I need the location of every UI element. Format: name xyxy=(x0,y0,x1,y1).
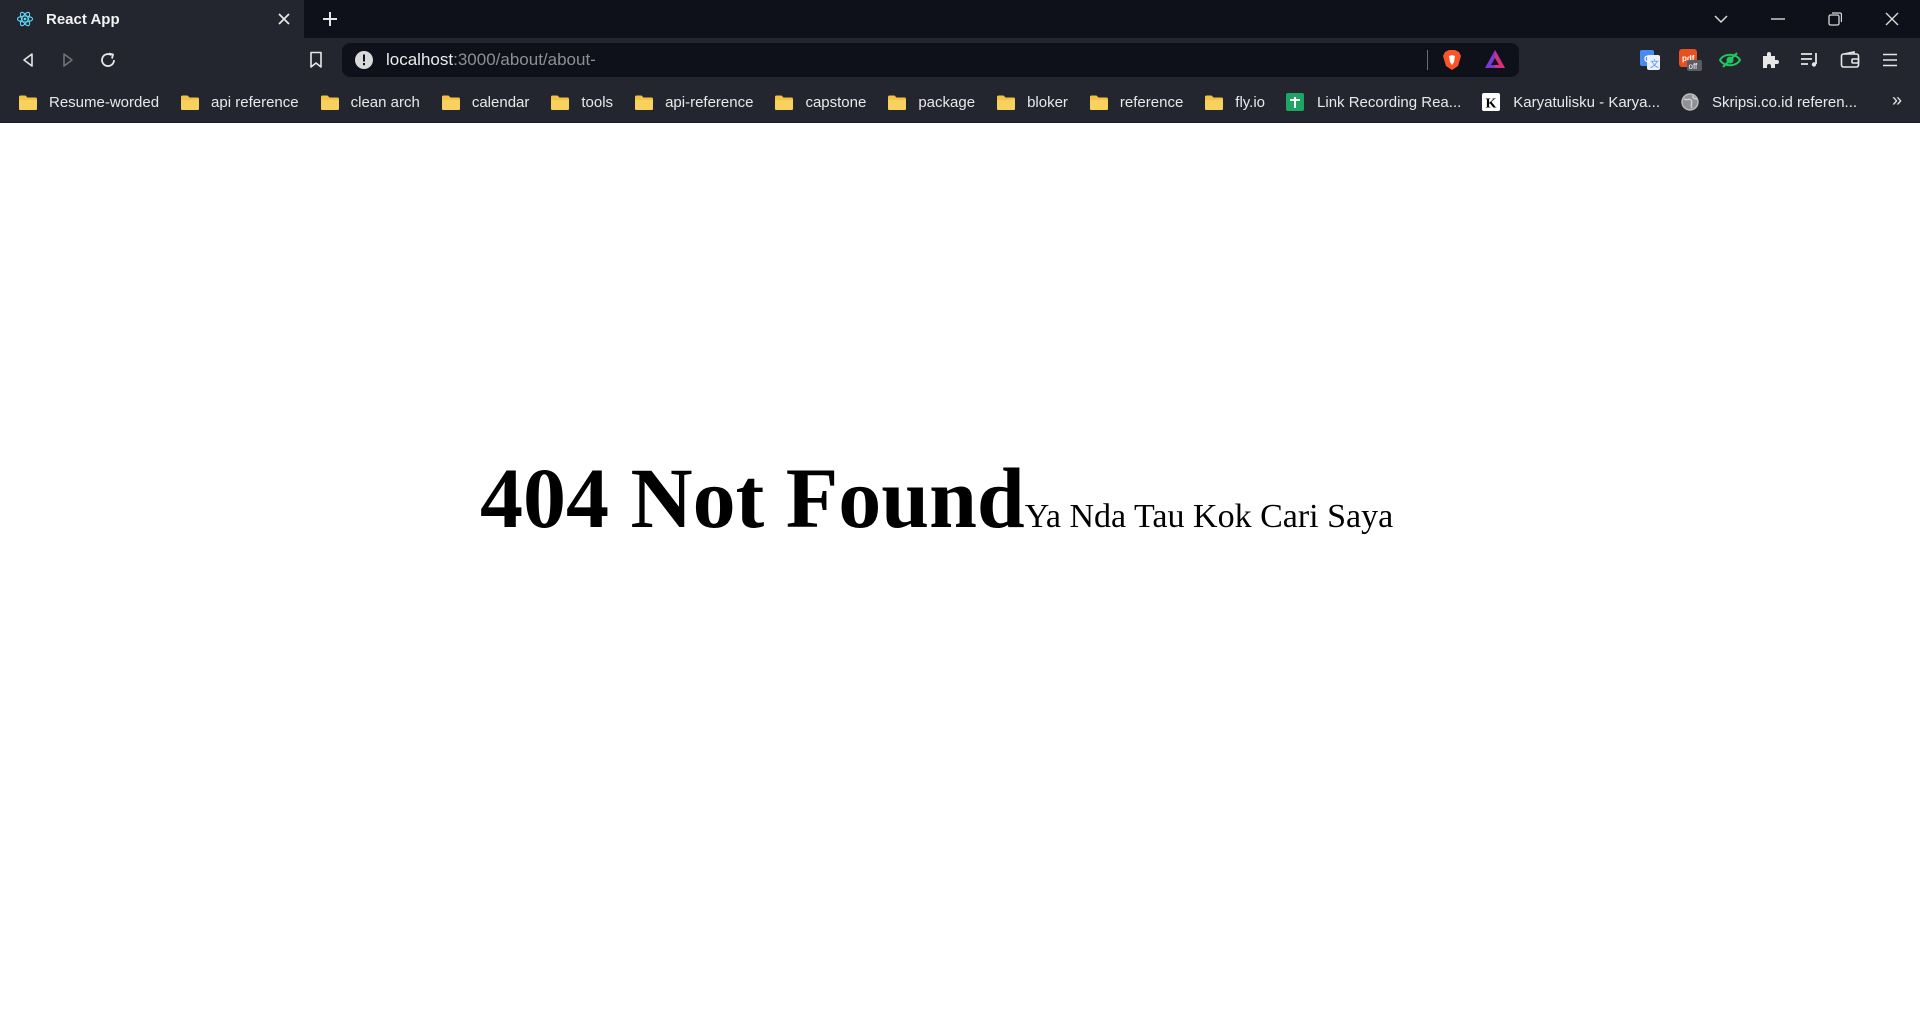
bookmark-label: clean arch xyxy=(350,93,420,111)
bookmark-item[interactable]: fly.io xyxy=(1204,87,1286,117)
bookmark-label: Link Recording Rea... xyxy=(1317,93,1462,111)
bookmark-label: fly.io xyxy=(1235,93,1266,111)
page-content: 404 Not FoundYa Nda Tau Kok Cari Saya xyxy=(0,123,1920,1020)
bookmark-label: tools xyxy=(581,93,614,111)
url-divider xyxy=(1427,50,1428,70)
brave-rewards-icon[interactable] xyxy=(1484,49,1506,74)
brave-shields-icon[interactable] xyxy=(1442,49,1462,76)
folder-icon xyxy=(320,93,340,111)
url-text[interactable]: localhost:3000/about/about- xyxy=(386,50,596,70)
google-sheets-icon xyxy=(1286,93,1306,111)
bookmarks-overflow-button[interactable]: » xyxy=(1892,90,1902,111)
bookmark-item[interactable]: Skripsi.co.id referen... xyxy=(1681,87,1878,117)
bookmark-label: Resume-worded xyxy=(49,93,160,111)
site-info-icon[interactable] xyxy=(354,50,374,70)
k-site-icon: K xyxy=(1482,93,1502,111)
navigation-toolbar: localhost:3000/about/about- G文 pdf off xyxy=(0,38,1920,82)
url-host: localhost xyxy=(386,50,454,69)
folder-icon xyxy=(634,93,654,111)
google-translate-icon[interactable]: G文 xyxy=(1630,42,1670,78)
bookmark-item[interactable]: package xyxy=(887,87,996,117)
folder-icon xyxy=(1204,93,1224,111)
svg-text:文: 文 xyxy=(1650,58,1659,69)
bookmark-label: Skripsi.co.id referen... xyxy=(1712,93,1858,111)
tab-search-chevron-icon[interactable] xyxy=(1692,0,1749,38)
bookmark-label: api-reference xyxy=(665,93,754,111)
bookmark-label: capstone xyxy=(805,93,867,111)
window-controls xyxy=(1692,0,1920,38)
tab-react-app[interactable]: React App xyxy=(0,0,304,38)
folder-icon xyxy=(550,93,570,111)
forward-button[interactable] xyxy=(48,42,88,78)
folder-icon xyxy=(180,93,200,111)
restore-button[interactable] xyxy=(1806,0,1863,38)
extensions-puzzle-icon[interactable] xyxy=(1750,42,1790,78)
bookmark-item[interactable]: api reference xyxy=(180,87,320,117)
bookmark-item[interactable]: tools xyxy=(550,87,634,117)
page-subtext: Ya Nda Tau Kok Cari Saya xyxy=(1024,498,1394,535)
svg-text:K: K xyxy=(1486,97,1497,112)
close-window-button[interactable] xyxy=(1863,0,1920,38)
bookmark-item[interactable]: clean arch xyxy=(320,87,441,117)
menu-icon[interactable] xyxy=(1870,42,1910,78)
react-logo-icon xyxy=(16,10,34,28)
bookmark-label: reference xyxy=(1119,93,1184,111)
reload-button[interactable] xyxy=(88,42,128,78)
bookmark-item[interactable]: reference xyxy=(1089,87,1204,117)
folder-icon xyxy=(1089,93,1109,111)
minimize-button[interactable] xyxy=(1749,0,1806,38)
folder-icon xyxy=(887,93,907,111)
bookmark-item[interactable]: K Karyatulisku - Karya... xyxy=(1482,87,1681,117)
tab-strip: React App xyxy=(0,0,1920,38)
page-heading: 404 Not Found xyxy=(480,450,1025,546)
bookmark-label: api reference xyxy=(211,93,299,111)
folder-icon xyxy=(996,93,1016,111)
wallet-icon[interactable] xyxy=(1830,42,1870,78)
bookmark-label: calendar xyxy=(471,93,530,111)
new-tab-button[interactable] xyxy=(304,0,356,38)
folder-icon xyxy=(18,93,38,111)
bookmark-item[interactable]: calendar xyxy=(441,87,551,117)
url-path: :3000/about/about- xyxy=(453,50,596,69)
playlist-icon[interactable] xyxy=(1790,42,1830,78)
extensions-area: G文 pdf off xyxy=(1630,42,1910,78)
folder-icon xyxy=(441,93,461,111)
tab-title: React App xyxy=(46,10,120,28)
pdf-extension-icon[interactable]: pdf off xyxy=(1670,42,1710,78)
bookmark-page-icon[interactable] xyxy=(296,42,336,78)
bookmark-item[interactable]: api-reference xyxy=(634,87,774,117)
back-button[interactable] xyxy=(8,42,48,78)
bookmark-item[interactable]: Link Recording Rea... xyxy=(1286,87,1482,117)
bookmark-label: package xyxy=(918,93,976,111)
address-bar[interactable]: localhost:3000/about/about- xyxy=(342,43,1519,77)
bookmark-label: Karyatulisku - Karya... xyxy=(1513,93,1660,111)
bookmark-item[interactable]: capstone xyxy=(774,87,887,117)
not-found-message: 404 Not FoundYa Nda Tau Kok Cari Saya xyxy=(480,448,1393,548)
close-tab-icon[interactable] xyxy=(274,9,294,29)
bookmark-item[interactable]: Resume-worded xyxy=(18,87,180,117)
folder-icon xyxy=(774,93,794,111)
bookmarks-bar: Resume-worded api reference clean arch cale… xyxy=(0,82,1920,123)
bookmark-label: bloker xyxy=(1027,93,1068,111)
eye-hidden-extension-icon[interactable] xyxy=(1710,42,1750,78)
globe-icon xyxy=(1681,93,1701,111)
ext-off-badge: off xyxy=(1689,62,1699,71)
bookmark-item[interactable]: bloker xyxy=(996,87,1089,117)
